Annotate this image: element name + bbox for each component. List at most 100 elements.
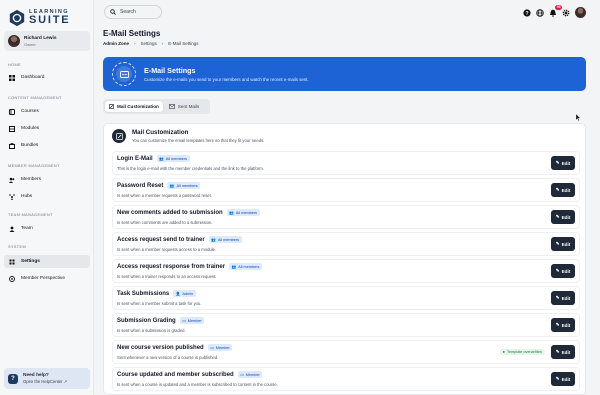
- sidebar-item-label: Bundles: [21, 143, 39, 148]
- edit-button[interactable]: ✎ Edit: [551, 318, 575, 332]
- audience-label: Member: [215, 345, 230, 350]
- audience-badge: ▭ Member: [179, 317, 205, 324]
- notifications-bell-icon[interactable]: 99: [549, 4, 562, 17]
- chevron-right-icon: ›: [161, 41, 164, 46]
- template-name: Login E-Mail: [117, 155, 153, 162]
- group-icon: 👥: [169, 184, 175, 188]
- member-icon: ▭: [240, 373, 244, 377]
- nav-section-system: SYSTEM: [8, 245, 27, 249]
- edit-icon: ✎: [555, 241, 560, 246]
- team-icon: [9, 226, 15, 232]
- search-input[interactable]: Search: [104, 5, 162, 19]
- edit-button[interactable]: ✎ Edit: [551, 291, 575, 305]
- globe-icon[interactable]: [536, 8, 544, 17]
- sidebar-item-modules[interactable]: Modules: [4, 122, 90, 135]
- sidebar-item-member-perspective[interactable]: Member Perspective: [4, 272, 90, 285]
- edit-button[interactable]: ✎ Edit: [551, 210, 575, 224]
- edit-button[interactable]: ✎ Edit: [551, 183, 575, 197]
- user-card[interactable]: Richard Lewis Owner: [4, 31, 90, 51]
- brand-logo[interactable]: LEARNING SUITE: [8, 7, 90, 29]
- audience-label: Member: [187, 318, 202, 323]
- help-title: Need help?: [23, 373, 49, 378]
- edit-button[interactable]: ✎ Edit: [551, 264, 575, 278]
- edit-label: Edit: [561, 349, 571, 355]
- breadcrumb-item[interactable]: Settings: [141, 41, 157, 46]
- edit-label: Edit: [561, 322, 571, 328]
- audience-label: All members: [238, 264, 260, 269]
- member-icon: ▭: [182, 319, 186, 323]
- list-item: Course updated and member subscribed ▭ Mem…: [112, 367, 580, 391]
- edit-icon: ✎: [555, 187, 560, 192]
- sidebar-item-courses[interactable]: Courses: [4, 105, 90, 118]
- audience-label: Admin: [182, 291, 194, 296]
- sidebar-item-hubs[interactable]: Hubs: [4, 190, 90, 203]
- group-icon: 👥: [229, 211, 234, 215]
- edit-label: Edit: [561, 214, 571, 220]
- dashboard-icon: [9, 74, 15, 81]
- sidebar-item-label: Courses: [21, 109, 39, 114]
- tab-sent-mails[interactable]: Sent Mails: [165, 101, 203, 112]
- edit-label: Edit: [561, 376, 571, 382]
- chevron-right-icon: ›: [134, 41, 136, 46]
- audience-badge: 👥 All members: [226, 209, 260, 216]
- avatar[interactable]: [575, 7, 586, 18]
- sidebar: LEARNING SUITE Richard Lewis Owner HOME …: [0, 0, 94, 395]
- template-name: Submission Grading: [117, 317, 176, 324]
- edit-icon: ✎: [555, 376, 560, 381]
- sidebar-item-settings[interactable]: Settings: [4, 255, 90, 268]
- help-circle-icon[interactable]: ?: [523, 8, 531, 17]
- bundles-icon: [9, 142, 15, 149]
- group-icon: 👥: [211, 238, 216, 242]
- breadcrumb: Admin Zone › Settings › E-Mail Settings: [103, 41, 199, 46]
- banner-badge: [112, 62, 136, 86]
- audience-label: All members: [217, 237, 240, 242]
- edit-button[interactable]: ✎ Edit: [551, 237, 575, 251]
- edit-label: Edit: [561, 268, 571, 274]
- edit-label: Edit: [561, 295, 571, 301]
- audience-badge: 👥 All members: [156, 155, 190, 162]
- nav-section-team: TEAM MANAGEMENT: [8, 213, 53, 217]
- help-link[interactable]: Open the HelpCenter ↗: [23, 379, 67, 384]
- user-role: Owner: [24, 41, 36, 47]
- edit-icon: ✎: [555, 349, 560, 354]
- page-title: E-Mail Settings: [103, 29, 161, 38]
- template-description: Is sent when a course is updated and a m…: [117, 382, 278, 387]
- avatar: [8, 35, 20, 47]
- gear-icon[interactable]: [562, 9, 570, 17]
- help-center-card[interactable]: ? Need help? Open the HelpCenter ↗: [4, 368, 90, 389]
- breadcrumb-item[interactable]: Admin Zone: [103, 41, 129, 46]
- edit-button[interactable]: ✎ Edit: [551, 372, 575, 386]
- tab-mail-customization[interactable]: Mail Customization: [105, 101, 163, 112]
- group-icon: 👥: [231, 265, 237, 269]
- breadcrumb-item: E-Mail Settings: [168, 41, 199, 46]
- edit-circle-icon: [112, 129, 126, 143]
- sidebar-item-team[interactable]: Team: [4, 222, 90, 235]
- list-item: Password Reset 👥 All members Is sent when …: [112, 178, 580, 202]
- modules-icon: [9, 125, 15, 132]
- template-description: Is sent when a member requests access to…: [117, 247, 217, 252]
- nav-section-member: MEMBER MANAGEMENT: [8, 164, 60, 168]
- search-icon: [110, 9, 116, 15]
- template-description: Is sent when comments are added to a sub…: [117, 220, 213, 225]
- sidebar-item-bundles[interactable]: Bundles: [4, 139, 90, 152]
- sidebar-item-label: Team: [21, 226, 33, 231]
- mail-customization-card: Mail Customization You can customize the…: [103, 123, 586, 395]
- sidebar-item-label: Settings: [21, 259, 40, 264]
- mouse-cursor-icon: [576, 114, 581, 121]
- nav-section-content: CONTENT MANAGEMENT: [8, 96, 62, 100]
- perspective-icon: [9, 275, 15, 282]
- tab-bar: Mail Customization Sent Mails: [103, 99, 210, 114]
- template-description: Is sent when a member requests a passwor…: [117, 193, 212, 198]
- sidebar-item-members[interactable]: Members: [4, 173, 90, 186]
- list-item: Access request send to trainer 👥 All membe…: [112, 232, 580, 256]
- nav-section-home: HOME: [8, 63, 21, 67]
- card-title: Mail Customization: [132, 129, 189, 136]
- edit-button[interactable]: ✎ Edit: [551, 156, 575, 170]
- template-name: New comments added to submission: [117, 209, 223, 216]
- sidebar-item-dashboard[interactable]: Dashboard: [4, 71, 90, 84]
- tab-label: Sent Mails: [177, 104, 200, 109]
- audience-badge: 👥 All members: [208, 236, 242, 243]
- person-icon: 👤: [175, 292, 181, 296]
- edit-button[interactable]: ✎ Edit: [551, 345, 575, 359]
- audience-badge: ▭ Member: [207, 344, 233, 351]
